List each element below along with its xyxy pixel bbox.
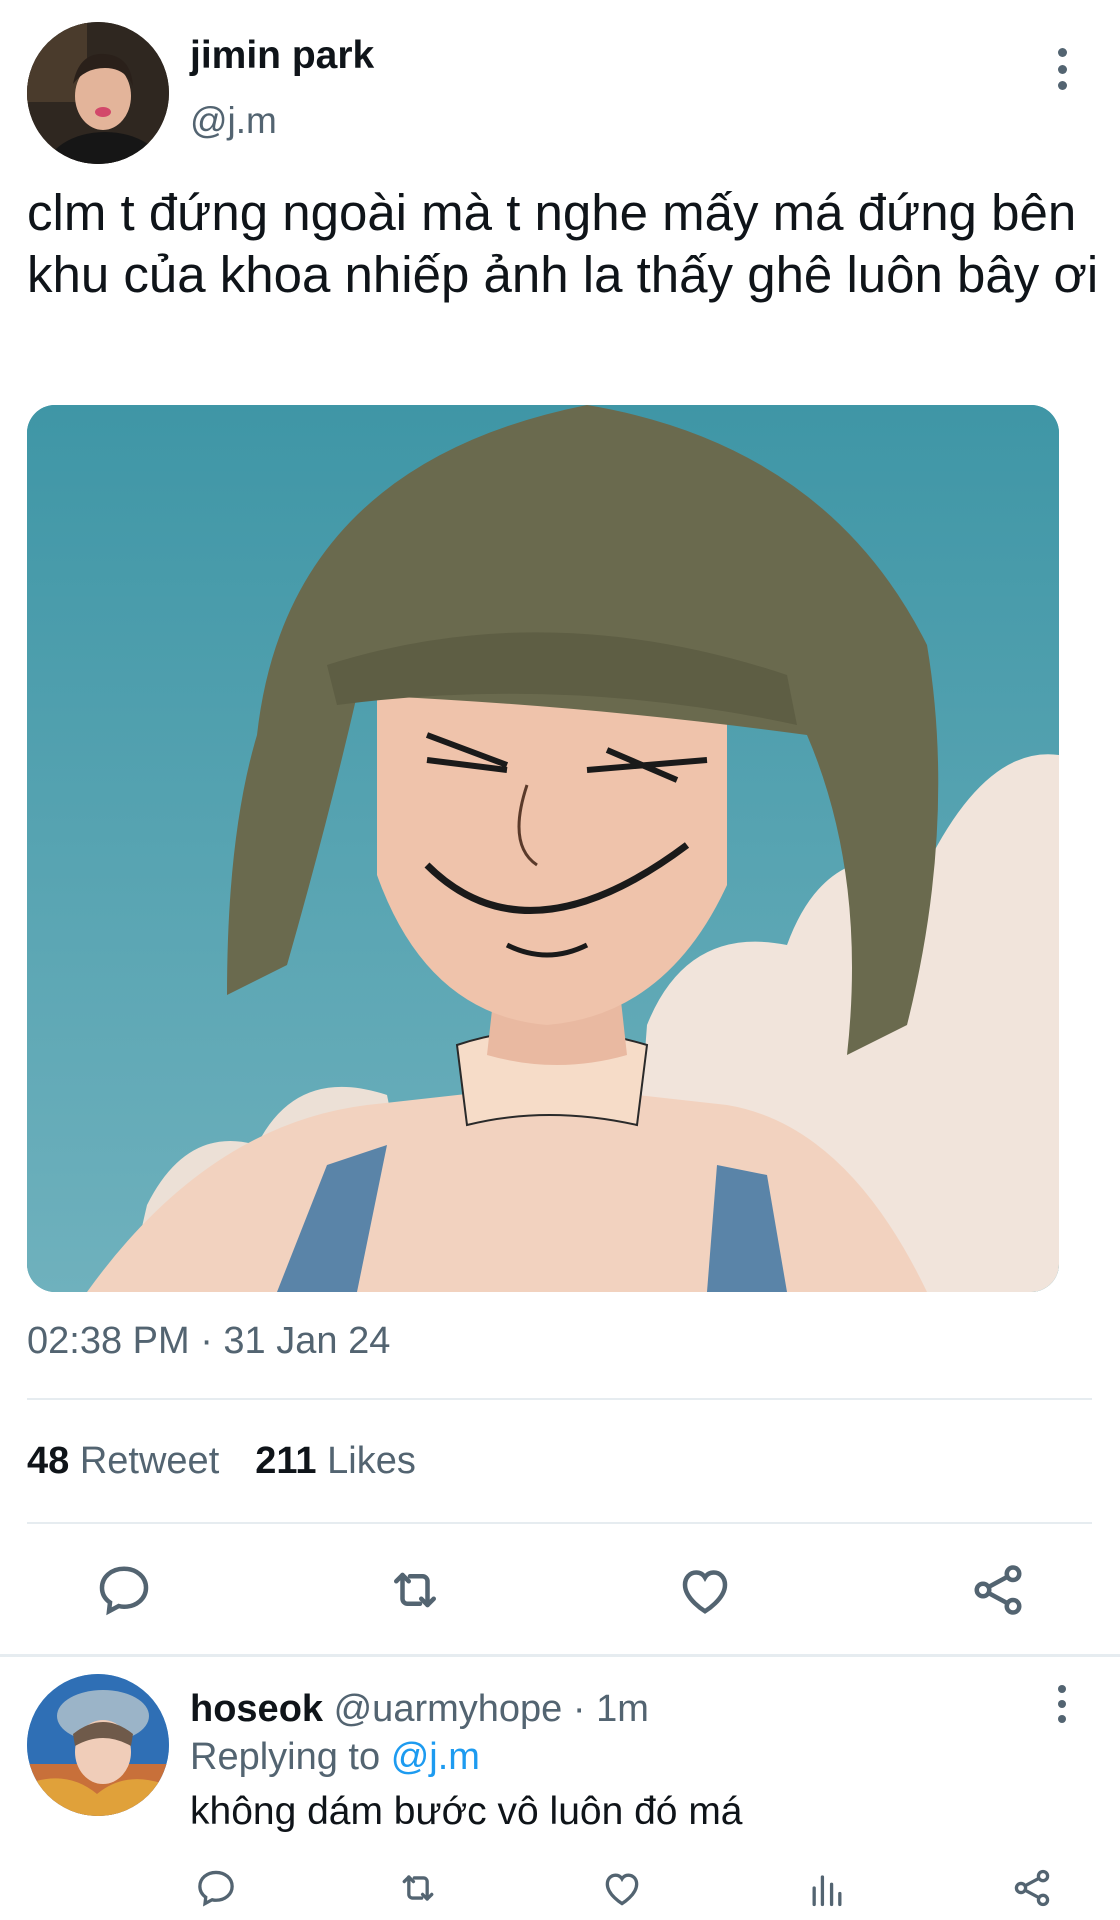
reply-icon[interactable] xyxy=(94,1560,154,1620)
tweet-actions xyxy=(0,1560,1120,1630)
tweet-timestamp[interactable]: 02:38 PM · 31 Jan 24 xyxy=(27,1320,390,1363)
likes-label: Likes xyxy=(327,1440,416,1482)
author-handle[interactable]: @j.m xyxy=(190,100,277,142)
tweet-image[interactable] xyxy=(27,405,1059,1292)
reply-time: · 1m xyxy=(572,1688,649,1730)
divider xyxy=(27,1398,1092,1400)
reply-text: không dám bước vô luôn đó má xyxy=(190,1790,743,1833)
reply-tweet[interactable]: hoseok @uarmyhope · 1m Replying to @j.m … xyxy=(0,1660,1120,1920)
replying-to: Replying to @j.m xyxy=(190,1736,480,1779)
divider xyxy=(0,1654,1120,1657)
reply-author-handle[interactable]: @uarmyhope xyxy=(334,1688,563,1730)
likes-stat[interactable]: 211 Likes xyxy=(255,1440,416,1483)
analytics-icon[interactable] xyxy=(805,1866,849,1910)
divider xyxy=(27,1522,1092,1524)
retweet-count: 48 xyxy=(27,1440,70,1482)
reply-header: hoseok @uarmyhope · 1m xyxy=(190,1688,649,1731)
retweet-icon[interactable] xyxy=(385,1560,445,1620)
more-icon[interactable] xyxy=(1046,44,1078,94)
reply-author-name[interactable]: hoseok xyxy=(190,1688,323,1730)
share-icon[interactable] xyxy=(1010,1866,1054,1910)
author-avatar[interactable] xyxy=(27,22,169,164)
more-icon[interactable] xyxy=(1046,1682,1078,1726)
author-name[interactable]: jimin park xyxy=(190,34,374,78)
tweet-stats: 48 Retweet 211 Likes xyxy=(27,1440,416,1483)
share-icon[interactable] xyxy=(968,1560,1028,1620)
replying-prefix: Replying to xyxy=(190,1736,381,1778)
retweet-stat[interactable]: 48 Retweet xyxy=(27,1440,219,1483)
retweet-icon[interactable] xyxy=(396,1866,440,1910)
reply-actions xyxy=(0,1866,1120,1920)
like-count: 211 xyxy=(255,1440,317,1482)
reply-icon[interactable] xyxy=(194,1866,238,1910)
reply-author-avatar[interactable] xyxy=(27,1674,169,1816)
heart-icon[interactable] xyxy=(675,1560,735,1620)
replying-handle-link[interactable]: @j.m xyxy=(391,1736,480,1778)
tweet-text: clm t đứng ngoài mà t nghe mấy má đứng b… xyxy=(27,184,1099,303)
retweet-label: Retweet xyxy=(79,1440,220,1482)
heart-icon[interactable] xyxy=(600,1866,644,1910)
